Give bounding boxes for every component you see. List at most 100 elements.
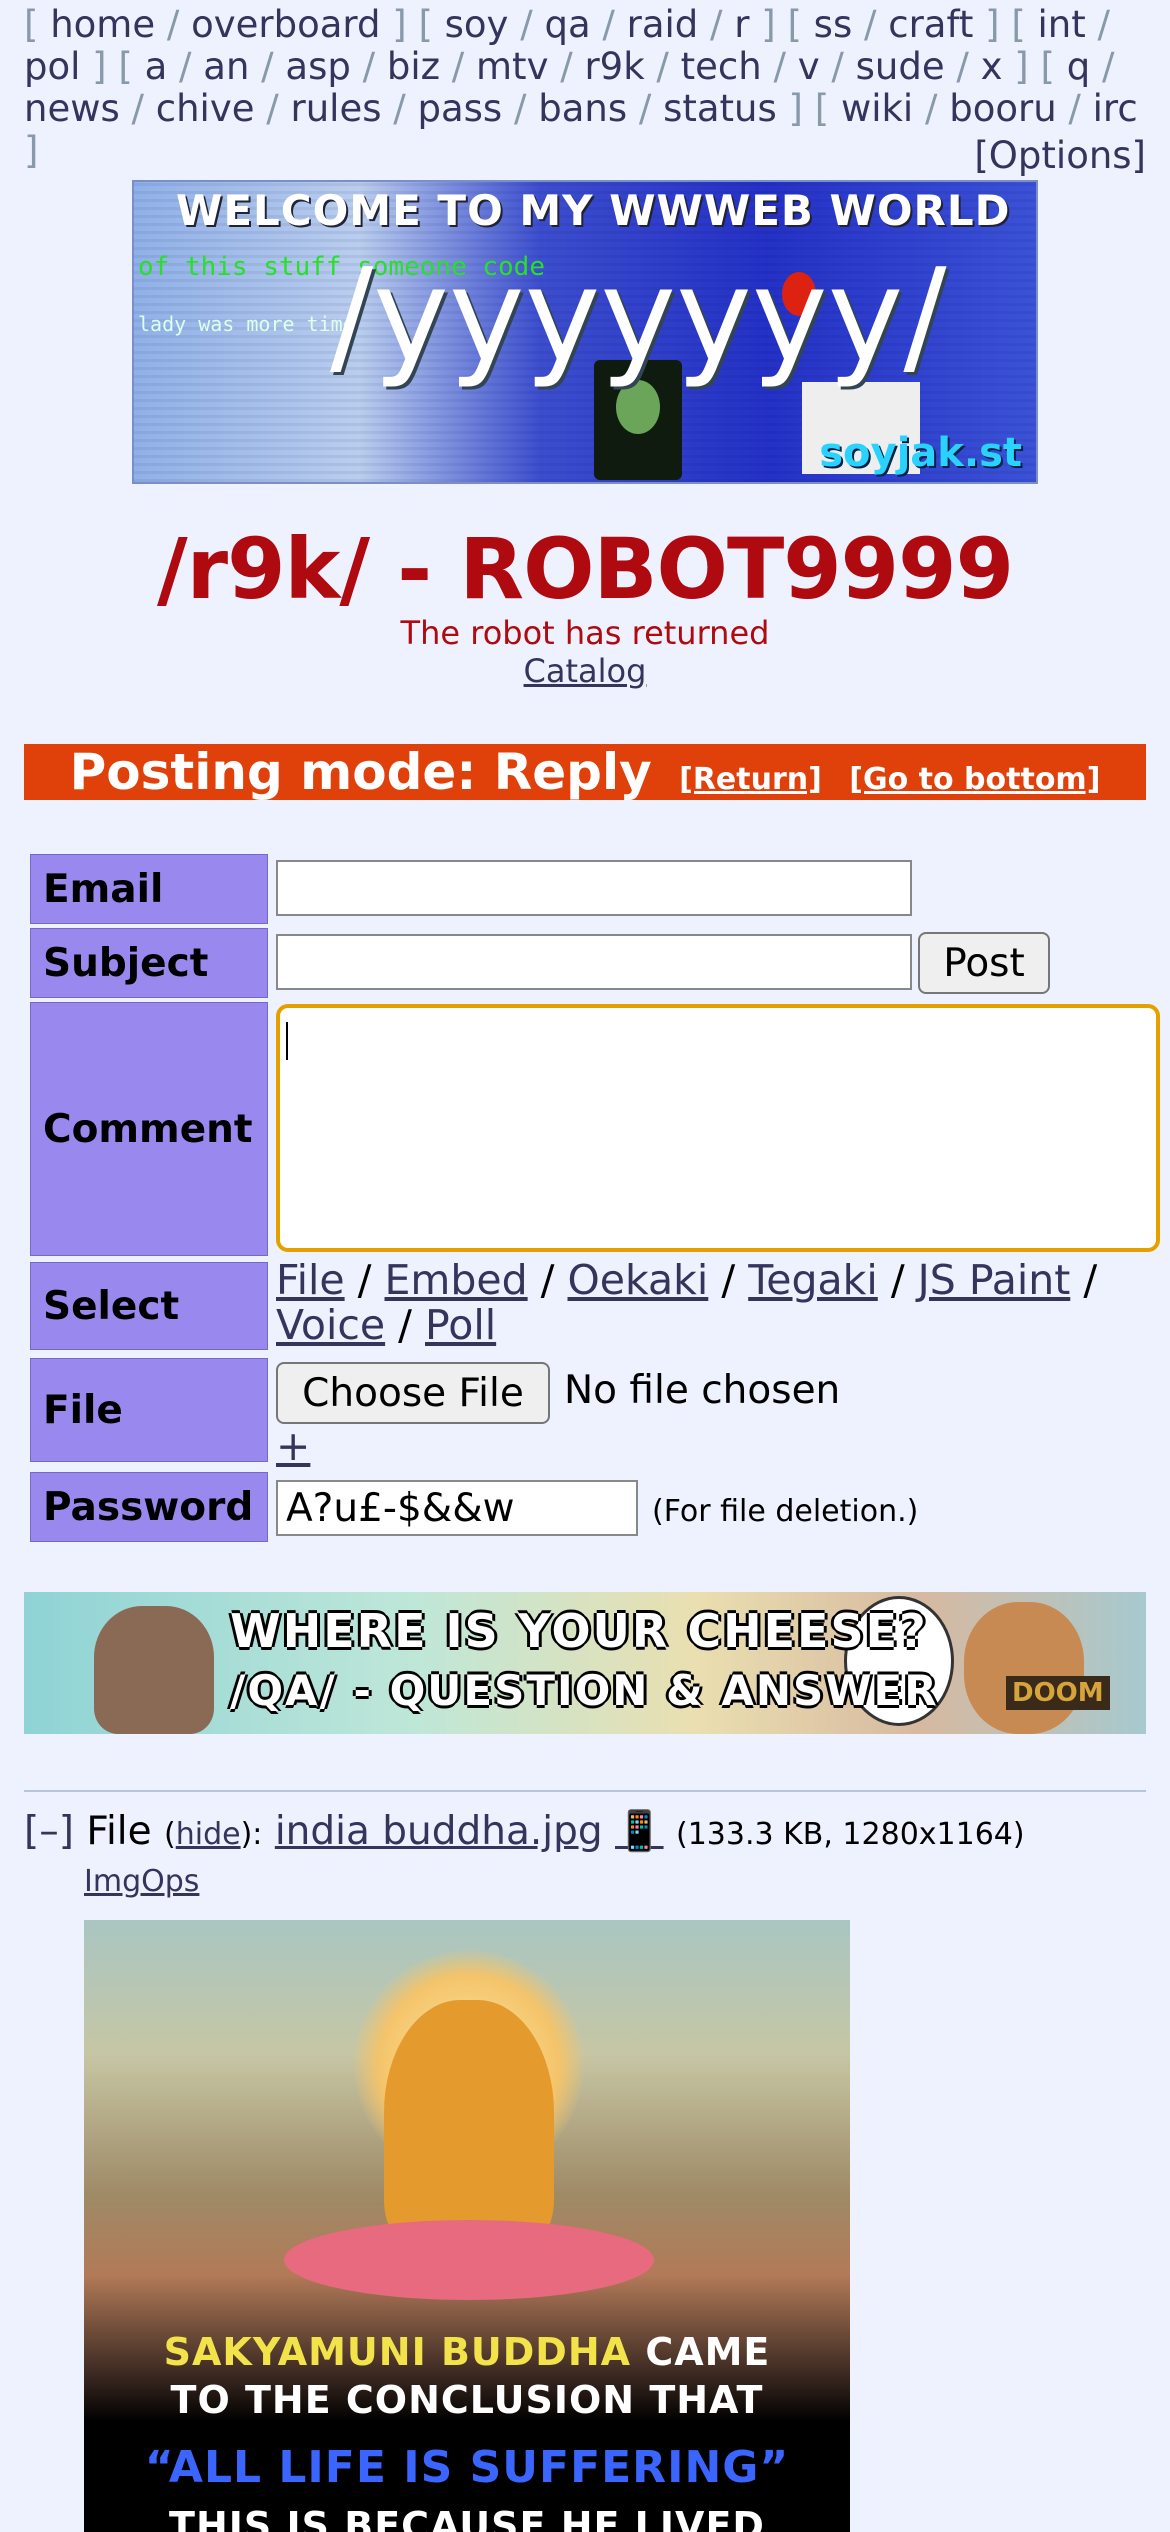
- board-link[interactable]: r9k: [584, 45, 644, 88]
- board-link[interactable]: news: [24, 87, 120, 130]
- password-field[interactable]: A?u£-$&&w: [276, 1480, 638, 1536]
- select-link[interactable]: Tegaki: [748, 1256, 878, 1304]
- ad-headline: WHERE IS YOUR CHEESE?: [230, 1604, 928, 1658]
- board-link[interactable]: biz: [387, 45, 440, 88]
- text-caret: [286, 1022, 288, 1060]
- banner-glitch-text: lady was more time: [138, 312, 355, 336]
- board-link[interactable]: pol: [24, 45, 80, 88]
- image-caption-line1: SAKYAMUNI BUDDHA CAME: [84, 2330, 850, 2374]
- options-link[interactable]: [Options]: [974, 134, 1146, 177]
- separator: /: [944, 45, 981, 88]
- separator: /: [119, 87, 156, 130]
- board-link[interactable]: int: [1038, 3, 1086, 46]
- separator: /: [344, 1256, 385, 1304]
- board-link[interactable]: asp: [285, 45, 350, 88]
- board-link[interactable]: chive: [156, 87, 255, 130]
- hide-link[interactable]: hide: [176, 1817, 241, 1852]
- password-note: (For file deletion.): [652, 1494, 919, 1529]
- board-link[interactable]: x: [981, 45, 1003, 88]
- collapse-toggle[interactable]: [–]: [24, 1809, 74, 1854]
- select-link[interactable]: JS Paint: [918, 1256, 1071, 1304]
- board-subtitle: The robot has returned: [400, 614, 770, 652]
- select-link[interactable]: File: [276, 1256, 345, 1304]
- board-link[interactable]: booru: [949, 87, 1056, 130]
- qa-ad-banner[interactable]: WHERE IS YOUR CHEESE? /QA/ - QUESTION & …: [24, 1592, 1146, 1734]
- board-banner[interactable]: of this stuff someone code lady was more…: [132, 180, 1038, 484]
- bracket: ]: [80, 45, 119, 88]
- banner-welcome: WELCOME TO MY WWWEB WORLD: [176, 186, 1011, 235]
- board-link[interactable]: sude: [856, 45, 945, 88]
- choose-file-button[interactable]: Choose File: [276, 1362, 550, 1424]
- bracket: ]: [973, 3, 1012, 46]
- posting-mode-label: Posting mode: Reply: [69, 743, 652, 801]
- go-to-bottom-link[interactable]: [Go to bottom]: [849, 762, 1100, 797]
- imgops-container: ImgOps: [84, 1864, 199, 1899]
- board-link[interactable]: home: [50, 3, 155, 46]
- board-link[interactable]: soy: [445, 3, 509, 46]
- separator: /: [1085, 3, 1111, 46]
- board-link[interactable]: irc: [1093, 87, 1138, 130]
- password-label: Password: [30, 1472, 268, 1542]
- board-link[interactable]: qa: [544, 3, 590, 46]
- board-link[interactable]: overboard: [191, 3, 380, 46]
- bracket: ]: [749, 3, 788, 46]
- board-link[interactable]: rules: [291, 87, 382, 130]
- separator: /: [627, 87, 664, 130]
- add-file-button[interactable]: +: [276, 1422, 310, 1470]
- return-link[interactable]: [Return]: [679, 762, 822, 797]
- image-figure: [384, 2000, 554, 2250]
- bracket: ]: [380, 3, 419, 46]
- email-field[interactable]: [276, 860, 912, 916]
- download-icon[interactable]: 📱: [615, 1809, 664, 1854]
- separator: /: [350, 45, 387, 88]
- board-link[interactable]: pass: [417, 87, 502, 130]
- post-image[interactable]: SAKYAMUNI BUDDHA CAME TO THE CONCLUSION …: [84, 1920, 850, 2532]
- separator: /: [502, 87, 539, 130]
- board-link[interactable]: a: [145, 45, 168, 88]
- image-lotus: [284, 2220, 654, 2300]
- separator: /: [254, 87, 291, 130]
- comment-textarea[interactable]: [276, 1004, 1160, 1252]
- separator: /: [548, 45, 585, 88]
- board-link[interactable]: wiki: [841, 87, 913, 130]
- separator: /: [819, 45, 856, 88]
- bracket: ]: [24, 129, 39, 172]
- board-link[interactable]: craft: [888, 3, 973, 46]
- banner-logo: soyjak.st: [819, 430, 1022, 476]
- select-link[interactable]: Oekaki: [568, 1256, 709, 1304]
- board-link[interactable]: tech: [681, 45, 762, 88]
- select-link[interactable]: Poll: [425, 1301, 496, 1349]
- board-link[interactable]: q: [1067, 45, 1091, 88]
- board-link[interactable]: ss: [814, 3, 853, 46]
- select-link[interactable]: Voice: [276, 1301, 385, 1349]
- separator: /: [1056, 87, 1093, 130]
- board-link[interactable]: an: [203, 45, 249, 88]
- image-caption-line4: THIS IS BECAUSE HE LIVED: [169, 2504, 765, 2532]
- bracket: ]: [1002, 45, 1041, 88]
- separator: /: [249, 45, 286, 88]
- separator: /: [508, 3, 545, 46]
- catalog-link[interactable]: Catalog: [524, 652, 647, 690]
- separator: /: [913, 87, 950, 130]
- catalog-container: Catalog: [0, 652, 1170, 690]
- ad-subheadline: /QA/ - QUESTION & ANSWER: [230, 1666, 939, 1715]
- board-link[interactable]: raid: [627, 3, 699, 46]
- separator: /: [1070, 1256, 1098, 1304]
- ad-character-image: [964, 1602, 1084, 1734]
- bracket: [: [24, 3, 51, 46]
- separator: /: [385, 1301, 425, 1349]
- file-label: File: [30, 1358, 268, 1462]
- board-link[interactable]: r: [734, 3, 749, 46]
- file-name-link[interactable]: india buddha.jpg: [275, 1809, 603, 1854]
- post-button[interactable]: Post: [918, 932, 1050, 994]
- board-link[interactable]: v: [798, 45, 820, 88]
- separator: /: [708, 1256, 749, 1304]
- imgops-link[interactable]: ImgOps: [84, 1864, 199, 1899]
- board-link[interactable]: bans: [538, 87, 627, 130]
- board-link[interactable]: mtv: [476, 45, 548, 88]
- hide-paren-open: (: [164, 1817, 176, 1852]
- board-link[interactable]: status: [663, 87, 777, 130]
- subject-field[interactable]: [276, 934, 912, 990]
- select-link[interactable]: Embed: [385, 1256, 528, 1304]
- file-prefix: File: [86, 1809, 152, 1854]
